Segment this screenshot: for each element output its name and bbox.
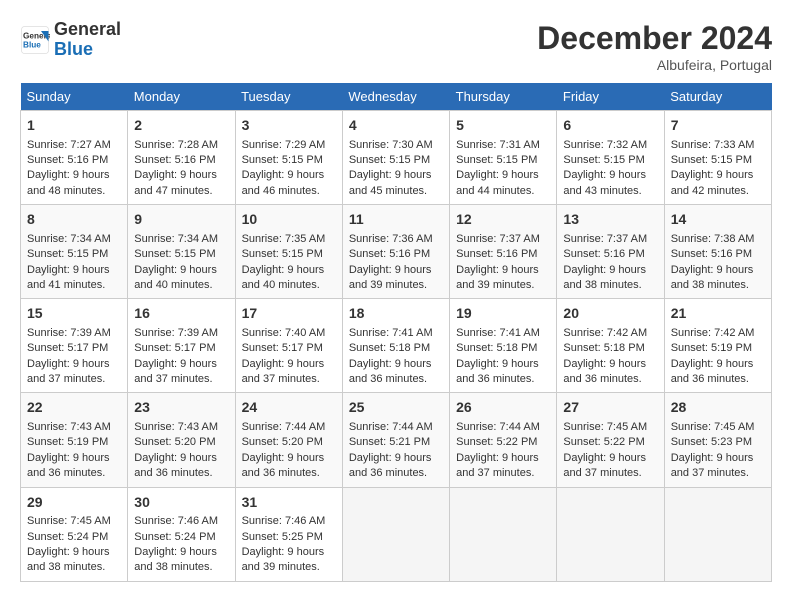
calendar-cell: 11Sunrise: 7:36 AMSunset: 5:16 PMDayligh…: [342, 205, 449, 299]
day-number: 13: [563, 210, 657, 230]
day-number: 24: [242, 398, 336, 418]
day-number: 7: [671, 116, 765, 136]
calendar-cell: 3Sunrise: 7:29 AMSunset: 5:15 PMDaylight…: [235, 111, 342, 205]
calendar-week-row: 29Sunrise: 7:45 AMSunset: 5:24 PMDayligh…: [21, 487, 772, 581]
calendar-cell: 13Sunrise: 7:37 AMSunset: 5:16 PMDayligh…: [557, 205, 664, 299]
day-number: 19: [456, 304, 550, 324]
day-number: 9: [134, 210, 228, 230]
month-title: December 2024: [537, 20, 772, 57]
calendar-cell: 9Sunrise: 7:34 AMSunset: 5:15 PMDaylight…: [128, 205, 235, 299]
calendar-cell: 1Sunrise: 7:27 AMSunset: 5:16 PMDaylight…: [21, 111, 128, 205]
logo-text: GeneralBlue: [54, 20, 121, 60]
calendar-cell: 7Sunrise: 7:33 AMSunset: 5:15 PMDaylight…: [664, 111, 771, 205]
calendar-cell: 28Sunrise: 7:45 AMSunset: 5:23 PMDayligh…: [664, 393, 771, 487]
page-header: General Blue GeneralBlue December 2024 A…: [20, 20, 772, 73]
day-number: 20: [563, 304, 657, 324]
day-number: 28: [671, 398, 765, 418]
calendar-cell: 31Sunrise: 7:46 AMSunset: 5:25 PMDayligh…: [235, 487, 342, 581]
day-number: 2: [134, 116, 228, 136]
day-number: 30: [134, 493, 228, 513]
day-number: 6: [563, 116, 657, 136]
calendar-week-row: 15Sunrise: 7:39 AMSunset: 5:17 PMDayligh…: [21, 299, 772, 393]
calendar-cell: 26Sunrise: 7:44 AMSunset: 5:22 PMDayligh…: [450, 393, 557, 487]
day-number: 25: [349, 398, 443, 418]
calendar-cell: 12Sunrise: 7:37 AMSunset: 5:16 PMDayligh…: [450, 205, 557, 299]
day-number: 10: [242, 210, 336, 230]
col-thursday: Thursday: [450, 83, 557, 111]
calendar-cell: 29Sunrise: 7:45 AMSunset: 5:24 PMDayligh…: [21, 487, 128, 581]
day-number: 21: [671, 304, 765, 324]
col-wednesday: Wednesday: [342, 83, 449, 111]
day-number: 29: [27, 493, 121, 513]
calendar-cell: 21Sunrise: 7:42 AMSunset: 5:19 PMDayligh…: [664, 299, 771, 393]
day-number: 18: [349, 304, 443, 324]
calendar-cell: [450, 487, 557, 581]
calendar-cell: 10Sunrise: 7:35 AMSunset: 5:15 PMDayligh…: [235, 205, 342, 299]
day-number: 1: [27, 116, 121, 136]
day-number: 11: [349, 210, 443, 230]
calendar-cell: 8Sunrise: 7:34 AMSunset: 5:15 PMDaylight…: [21, 205, 128, 299]
calendar-cell: 16Sunrise: 7:39 AMSunset: 5:17 PMDayligh…: [128, 299, 235, 393]
logo: General Blue GeneralBlue: [20, 20, 121, 60]
calendar-cell: 15Sunrise: 7:39 AMSunset: 5:17 PMDayligh…: [21, 299, 128, 393]
col-tuesday: Tuesday: [235, 83, 342, 111]
calendar-cell: 24Sunrise: 7:44 AMSunset: 5:20 PMDayligh…: [235, 393, 342, 487]
calendar-week-row: 1Sunrise: 7:27 AMSunset: 5:16 PMDaylight…: [21, 111, 772, 205]
svg-text:Blue: Blue: [23, 40, 41, 49]
calendar-cell: 18Sunrise: 7:41 AMSunset: 5:18 PMDayligh…: [342, 299, 449, 393]
col-saturday: Saturday: [664, 83, 771, 111]
col-monday: Monday: [128, 83, 235, 111]
calendar-cell: 27Sunrise: 7:45 AMSunset: 5:22 PMDayligh…: [557, 393, 664, 487]
day-number: 14: [671, 210, 765, 230]
calendar-cell: 6Sunrise: 7:32 AMSunset: 5:15 PMDaylight…: [557, 111, 664, 205]
day-number: 15: [27, 304, 121, 324]
col-friday: Friday: [557, 83, 664, 111]
day-number: 4: [349, 116, 443, 136]
calendar-cell: 30Sunrise: 7:46 AMSunset: 5:24 PMDayligh…: [128, 487, 235, 581]
calendar-cell: 14Sunrise: 7:38 AMSunset: 5:16 PMDayligh…: [664, 205, 771, 299]
day-number: 22: [27, 398, 121, 418]
day-number: 12: [456, 210, 550, 230]
calendar-cell: 23Sunrise: 7:43 AMSunset: 5:20 PMDayligh…: [128, 393, 235, 487]
calendar-cell: 25Sunrise: 7:44 AMSunset: 5:21 PMDayligh…: [342, 393, 449, 487]
title-block: December 2024 Albufeira, Portugal: [537, 20, 772, 73]
col-sunday: Sunday: [21, 83, 128, 111]
calendar-cell: 22Sunrise: 7:43 AMSunset: 5:19 PMDayligh…: [21, 393, 128, 487]
calendar-week-row: 8Sunrise: 7:34 AMSunset: 5:15 PMDaylight…: [21, 205, 772, 299]
day-number: 16: [134, 304, 228, 324]
header-row: Sunday Monday Tuesday Wednesday Thursday…: [21, 83, 772, 111]
calendar-cell: 17Sunrise: 7:40 AMSunset: 5:17 PMDayligh…: [235, 299, 342, 393]
day-number: 5: [456, 116, 550, 136]
calendar-cell: 4Sunrise: 7:30 AMSunset: 5:15 PMDaylight…: [342, 111, 449, 205]
calendar-cell: [342, 487, 449, 581]
day-number: 17: [242, 304, 336, 324]
day-number: 23: [134, 398, 228, 418]
calendar-week-row: 22Sunrise: 7:43 AMSunset: 5:19 PMDayligh…: [21, 393, 772, 487]
calendar-cell: 5Sunrise: 7:31 AMSunset: 5:15 PMDaylight…: [450, 111, 557, 205]
calendar-cell: 2Sunrise: 7:28 AMSunset: 5:16 PMDaylight…: [128, 111, 235, 205]
location: Albufeira, Portugal: [537, 57, 772, 73]
day-number: 8: [27, 210, 121, 230]
day-number: 26: [456, 398, 550, 418]
day-number: 27: [563, 398, 657, 418]
logo-icon: General Blue: [20, 25, 50, 55]
day-number: 31: [242, 493, 336, 513]
calendar-cell: 20Sunrise: 7:42 AMSunset: 5:18 PMDayligh…: [557, 299, 664, 393]
calendar-cell: [557, 487, 664, 581]
calendar-cell: [664, 487, 771, 581]
calendar-table: Sunday Monday Tuesday Wednesday Thursday…: [20, 83, 772, 582]
day-number: 3: [242, 116, 336, 136]
calendar-cell: 19Sunrise: 7:41 AMSunset: 5:18 PMDayligh…: [450, 299, 557, 393]
